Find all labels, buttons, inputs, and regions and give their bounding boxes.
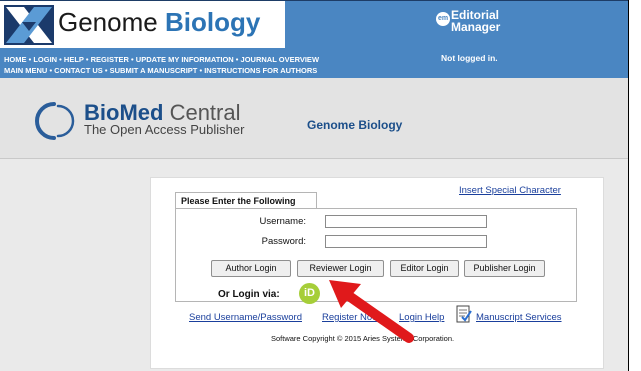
- reviewer-login-button[interactable]: Reviewer Login: [297, 260, 384, 277]
- nav-journal-overview[interactable]: JOURNAL OVERVIEW: [241, 55, 320, 64]
- insert-special-character-link[interactable]: Insert Special Character: [459, 185, 561, 196]
- logo-word-biology: Biology: [164, 7, 261, 37]
- publisher-banner: BioMed Central The Open Access Publisher…: [0, 78, 628, 159]
- password-input[interactable]: [325, 235, 487, 248]
- nav-contact-us[interactable]: CONTACT US: [54, 66, 103, 75]
- author-login-button[interactable]: Author Login: [211, 260, 291, 277]
- nav-separator: •: [85, 55, 89, 64]
- logo-word-genome: Genome: [58, 7, 158, 37]
- em-badge-icon: em: [436, 12, 450, 26]
- username-input[interactable]: [325, 215, 487, 228]
- login-status: Not logged in.: [441, 53, 498, 63]
- genome-biology-title: Genome Biology: [58, 7, 260, 37]
- nav-separator: •: [199, 66, 203, 75]
- nav-update-info[interactable]: UPDATE MY INFORMATION: [136, 55, 234, 64]
- nav-separator: •: [49, 66, 53, 75]
- password-label: Password:: [261, 236, 306, 247]
- genome-biology-x-icon: [4, 5, 54, 45]
- nav-submit-manuscript[interactable]: SUBMIT A MANUSCRIPT: [110, 66, 198, 75]
- nav-separator: •: [131, 55, 134, 64]
- nav-instructions[interactable]: INSTRUCTIONS FOR AUTHORS: [204, 66, 317, 75]
- nav-main-menu[interactable]: MAIN MENU: [4, 66, 47, 75]
- manuscript-services-link[interactable]: Manuscript Services: [476, 312, 562, 323]
- manuscript-services-icon[interactable]: [456, 305, 472, 323]
- nav-home[interactable]: HOME: [4, 55, 27, 64]
- biomed-central-arc-icon: [35, 102, 75, 140]
- send-username-password-link[interactable]: Send Username/Password: [189, 312, 302, 323]
- genome-biology-logo[interactable]: Genome Biology: [0, 1, 285, 48]
- orcid-icon[interactable]: iD: [299, 283, 320, 304]
- nav-separator: •: [104, 66, 108, 75]
- publisher-login-button[interactable]: Publisher Login: [464, 260, 545, 277]
- nav-separator: •: [28, 55, 32, 64]
- login-form-tab: Please Enter the Following: [175, 192, 317, 209]
- nav-login[interactable]: LOGIN: [33, 55, 57, 64]
- editorial-manager-logo: em Editorial Manager: [436, 9, 520, 47]
- or-login-via-label: Or Login via:: [218, 289, 280, 300]
- editor-login-button[interactable]: Editor Login: [390, 260, 459, 277]
- register-now-link[interactable]: Register Now: [322, 312, 379, 323]
- username-label: Username:: [259, 216, 306, 227]
- header-bar: Genome Biology HOME • LOGIN • HELP • REG…: [0, 0, 628, 78]
- copyright-text: Software Copyright © 2015 Aries Systems …: [271, 334, 455, 343]
- login-panel: Please Enter the Following Insert Specia…: [150, 177, 604, 369]
- nav-help[interactable]: HELP: [64, 55, 84, 64]
- journal-name: Genome Biology: [307, 118, 403, 132]
- login-help-link[interactable]: Login Help: [399, 312, 444, 323]
- publisher-tagline: The Open Access Publisher: [84, 122, 245, 137]
- nav-separator: •: [59, 55, 62, 64]
- nav-register[interactable]: REGISTER: [91, 55, 129, 64]
- nav-separator: •: [235, 55, 239, 64]
- nav-row-2: MAIN MENU • CONTACT US • SUBMIT A MANUSC…: [4, 66, 317, 75]
- main-content: Please Enter the Following Insert Specia…: [0, 159, 628, 371]
- em-line-2: Manager: [451, 20, 501, 34]
- em-wordmark: Editorial Manager: [451, 9, 500, 33]
- app-window: Genome Biology HOME • LOGIN • HELP • REG…: [0, 0, 629, 371]
- nav-row-1: HOME • LOGIN • HELP • REGISTER • UPDATE …: [4, 55, 319, 64]
